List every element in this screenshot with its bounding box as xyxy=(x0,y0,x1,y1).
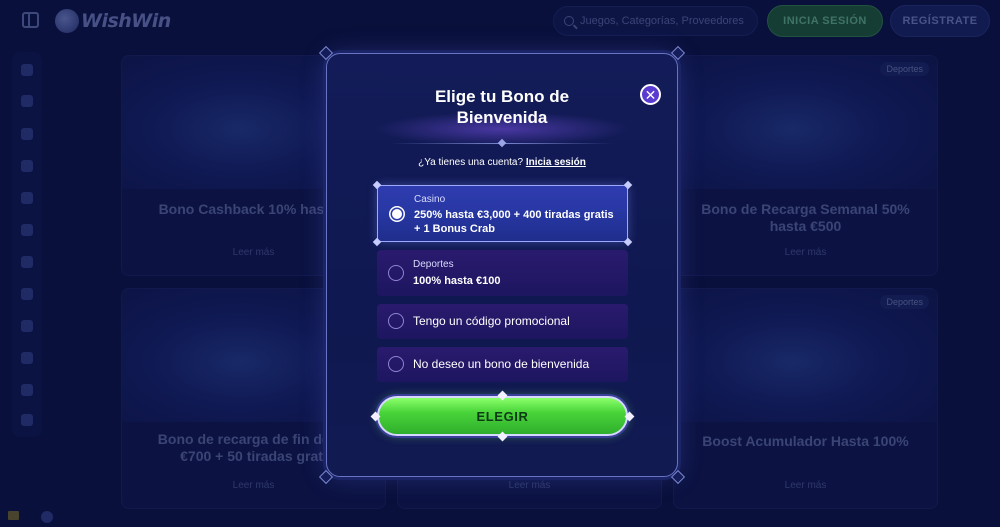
login-prompt: ¿Ya tienes una cuenta? Inicia sesión xyxy=(327,157,677,168)
option-text: 250% hasta €3,000 + 400 tiradas gratis +… xyxy=(414,209,614,235)
bonus-option-casino[interactable]: Casino 250% hasta €3,000 + 400 tiradas g… xyxy=(372,180,633,247)
welcome-bonus-modal: Elige tu Bono de Bienvenida ✕ ¿Ya tienes… xyxy=(318,45,686,485)
option-corner-ornament xyxy=(623,237,633,247)
login-link[interactable]: Inicia sesión xyxy=(526,157,586,168)
modal-title: Elige tu Bono de Bienvenida xyxy=(434,87,570,127)
option-text: No deseo un bono de bienvenida xyxy=(413,357,590,371)
radio-icon[interactable] xyxy=(388,265,404,281)
option-corner-ornament xyxy=(623,180,633,190)
option-category: Casino xyxy=(414,194,446,205)
choose-button[interactable]: ELEGIR xyxy=(377,396,628,436)
option-corner-ornament xyxy=(372,237,382,247)
close-icon[interactable]: ✕ xyxy=(640,84,661,105)
option-text: 100% hasta €100 xyxy=(413,275,501,287)
option-category: Deportes xyxy=(413,259,454,270)
radio-icon[interactable] xyxy=(388,356,404,372)
login-prompt-text: ¿Ya tienes una cuenta? xyxy=(418,157,524,168)
bonus-option-promo-code[interactable]: Tengo un código promocional xyxy=(377,304,628,339)
radio-selected-icon[interactable] xyxy=(389,206,405,222)
bonus-option-none[interactable]: No deseo un bono de bienvenida xyxy=(377,347,628,382)
radio-icon[interactable] xyxy=(388,313,404,329)
option-text: Tengo un código promocional xyxy=(413,314,570,328)
option-corner-ornament xyxy=(372,180,382,190)
bonus-option-sports[interactable]: Deportes 100% hasta €100 xyxy=(377,250,628,296)
